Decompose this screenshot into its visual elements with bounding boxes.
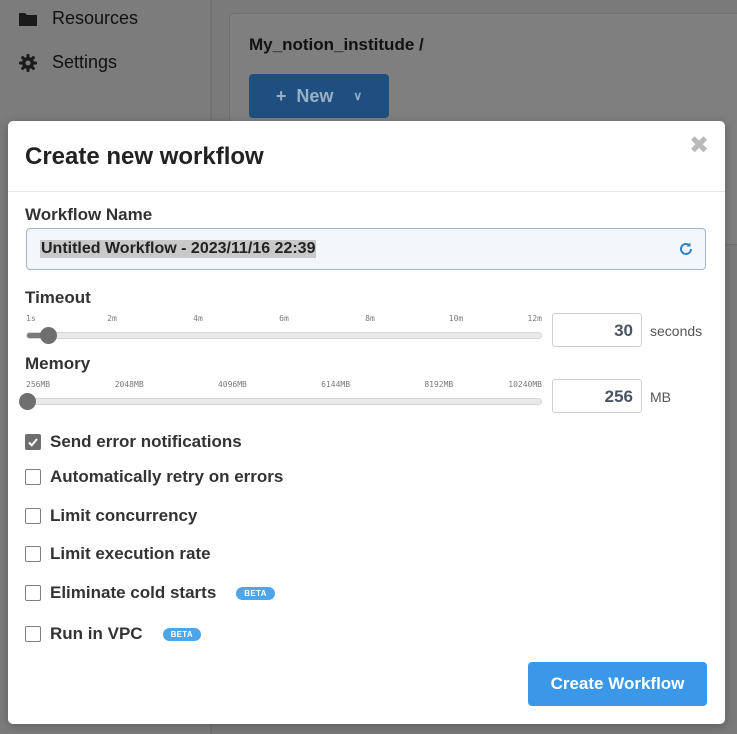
option-label: Limit execution rate [50,544,211,563]
dialog-title: Create new workflow [25,143,264,170]
checkbox[interactable] [25,585,41,601]
option-label: Eliminate cold starts [50,583,217,602]
memory-slider[interactable] [19,393,542,410]
checkbox[interactable] [25,469,41,485]
sidebar-item-resources[interactable]: Resources [18,8,138,29]
checkbox-checked[interactable] [25,434,41,450]
tick-label: 2m [107,314,117,323]
workflow-name-label: Workflow Name [25,205,153,224]
tick-label: 6144MB [321,380,351,389]
tick-label: 8192MB [424,380,454,389]
plus-icon: + [275,85,287,106]
checkmark-icon [28,438,38,447]
option-row[interactable]: Run in VPC BETA [25,624,201,644]
timeout-tick-labels: 1s 2m 4m 6m 8m 10m 12m [26,314,542,326]
memory-input[interactable]: 256 [552,379,642,413]
breadcrumb[interactable]: My_notion_institude / [249,35,424,55]
timeout-label: Timeout [25,288,91,307]
beta-badge: BETA [236,586,275,600]
tick-label: 1s [26,314,36,323]
tick-label: 12m [527,314,542,323]
tick-label: 8m [365,314,375,323]
close-icon[interactable]: ✖ [689,134,709,158]
memory-slider-handle[interactable] [19,393,36,410]
tick-label: 256MB [26,380,51,389]
tick-label: 10240MB [508,380,542,389]
timeout-slider-handle[interactable] [39,327,57,344]
new-button[interactable]: + New ∨ [249,74,389,118]
refresh-icon[interactable] [678,241,694,257]
tick-label: 2048MB [114,380,144,389]
new-button-label: New [296,85,334,106]
sidebar-item-label: Resources [52,8,139,28]
workflow-name-value: Untitled Workflow - 2023/11/16 22:39 [40,240,317,258]
timeout-slider[interactable] [26,327,542,344]
timeout-unit: seconds [650,323,703,339]
memory-unit: MB [650,389,671,405]
option-row[interactable]: Eliminate cold starts BETA [25,583,275,603]
option-row[interactable]: Send error notifications [25,432,242,452]
memory-label: Memory [25,354,91,373]
beta-badge: BETA [162,627,201,641]
folder-icon [19,12,37,26]
create-workflow-dialog: Create new workflow ✖ Workflow Name Unti… [8,121,725,724]
tick-label: 4096MB [217,380,247,389]
option-label: Run in VPC [50,624,143,643]
timeout-input[interactable]: 30 [552,313,642,347]
option-row[interactable]: Automatically retry on errors [25,467,283,487]
dialog-divider [8,191,725,192]
sidebar-item-label: Settings [52,52,118,72]
tick-label: 6m [279,314,289,323]
create-workflow-button[interactable]: Create Workflow [528,662,707,706]
option-label: Automatically retry on errors [50,467,284,486]
workflow-name-input[interactable]: Untitled Workflow - 2023/11/16 22:39 [26,228,706,270]
memory-tick-labels: 256MB 2048MB 4096MB 6144MB 8192MB 10240MB [26,380,542,392]
option-label: Limit concurrency [50,506,198,525]
checkbox[interactable] [25,508,41,524]
option-row[interactable]: Limit execution rate [25,544,211,564]
checkbox[interactable] [25,546,41,562]
sidebar-item-settings[interactable]: Settings [18,52,117,73]
option-row[interactable]: Limit concurrency [25,506,197,526]
chevron-down-icon: ∨ [353,89,363,103]
checkbox[interactable] [25,626,41,642]
gear-icon [19,53,37,72]
option-label: Send error notifications [50,432,242,451]
tick-label: 4m [193,314,203,323]
tick-label: 10m [448,314,464,323]
